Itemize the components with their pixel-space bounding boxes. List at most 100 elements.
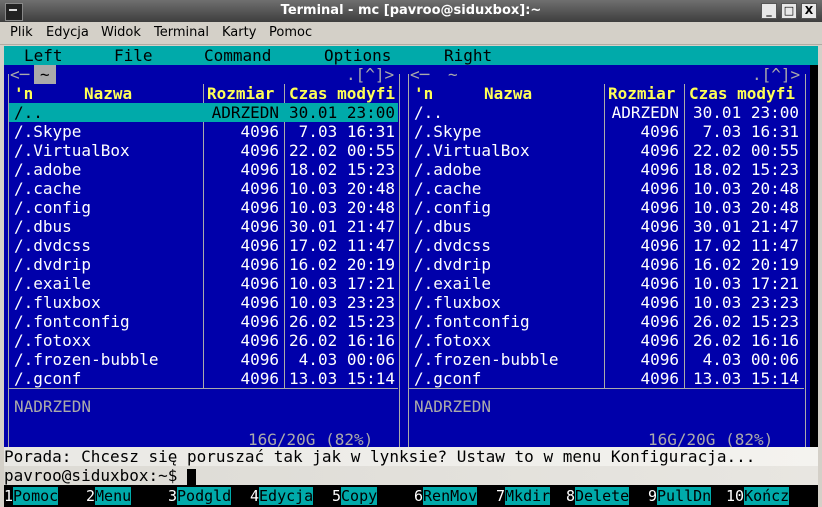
file-name: /.config <box>14 198 92 217</box>
file-name: /.VirtualBox <box>14 141 130 160</box>
menu-edycja[interactable]: Edycja <box>46 25 89 40</box>
table-row[interactable]: /.. ADRZEDN 30.01 23:00 <box>9 103 398 122</box>
left-header-size[interactable]: Rozmiar <box>207 84 274 103</box>
file-size: 4096 <box>640 122 679 141</box>
fkey-number: 2 <box>86 487 96 505</box>
fkey-6[interactable]: 6RenMov <box>414 485 478 507</box>
file-size: 4096 <box>240 369 279 388</box>
menu-plik[interactable]: Plik <box>10 25 33 40</box>
mc-menu-right[interactable]: Right <box>444 46 492 65</box>
fkey-2[interactable]: 2Menu <box>86 485 132 507</box>
mc-menu-command[interactable]: Command <box>204 46 271 65</box>
left-header-sort[interactable]: 'n <box>14 84 33 103</box>
file-size: 4096 <box>640 274 679 293</box>
table-row[interactable]: /.dvdcss 4096 17.02 11:47 <box>9 236 398 255</box>
menu-pomoc[interactable]: Pomoc <box>269 25 312 40</box>
mc-menu-options[interactable]: Options <box>324 46 391 65</box>
table-row[interactable]: /.dvdrip 4096 16.02 20:19 <box>9 255 398 274</box>
mc-menu-file[interactable]: File <box>114 46 153 65</box>
fkey-7[interactable]: 7Mkdir <box>496 485 551 507</box>
table-row[interactable]: /.dbus 4096 30.01 21:47 <box>409 217 804 236</box>
left-panel-path[interactable]: ~ <box>34 65 56 84</box>
file-size: 4096 <box>640 179 679 198</box>
table-row[interactable]: /.gconf 4096 13.03 15:14 <box>409 369 804 388</box>
right-panel-arrow: <─ <box>410 65 430 84</box>
menu-karty[interactable]: Karty <box>222 25 256 40</box>
left-status: NADRZEDN <box>14 397 92 416</box>
file-name: /.config <box>414 198 492 217</box>
right-panel-path[interactable]: ~ <box>444 65 462 84</box>
table-row[interactable]: /.VirtualBox 4096 22.02 00:55 <box>409 141 804 160</box>
table-row[interactable]: /.frozen-bubble 4096 4.03 00:06 <box>409 350 804 369</box>
left-panel-topright[interactable]: .[^]> <box>346 65 395 84</box>
left-header-time[interactable]: Czas modyfi <box>289 84 395 103</box>
file-name: /.fotoxx <box>14 331 92 350</box>
file-size: 4096 <box>640 141 679 160</box>
shell-prompt: pavroo@siduxbox:~$ <box>4 466 188 485</box>
table-row[interactable]: /.fontconfig 4096 26.02 15:23 <box>409 312 804 331</box>
right-header-size[interactable]: Rozmiar <box>608 84 675 103</box>
fkey-4[interactable]: 4Edycja <box>250 485 314 507</box>
fkey-number: 10 <box>726 487 745 505</box>
file-name: /.gconf <box>414 369 482 388</box>
right-header-name[interactable]: Nazwa <box>484 84 532 103</box>
file-size: 4096 <box>640 331 679 350</box>
right-panel-topright[interactable]: .[^]> <box>752 65 801 84</box>
maximize-button[interactable]: □ <box>781 3 797 19</box>
table-row[interactable]: /.frozen-bubble 4096 4.03 00:06 <box>9 350 398 369</box>
fkey-3[interactable]: 3Podgld <box>168 485 232 507</box>
table-row[interactable]: /.dvdcss 4096 17.02 11:47 <box>409 236 804 255</box>
fkey-number: 7 <box>496 487 506 505</box>
hint-line: Porada: Chcesz się poruszać tak jak w ly… <box>4 447 818 466</box>
right-header-time[interactable]: Czas modyfi <box>689 84 795 103</box>
mc-menu-left[interactable]: Left <box>24 46 63 65</box>
fkey-10[interactable]: 10Kończ <box>726 485 790 507</box>
menu-widok[interactable]: Widok <box>101 25 141 40</box>
table-row[interactable]: /.fluxbox 4096 10.03 23:23 <box>409 293 804 312</box>
file-size: 4096 <box>240 312 279 331</box>
fkey-label: Edycja <box>259 487 314 505</box>
file-time: 13.03 15:14 <box>693 369 799 388</box>
terminal-area[interactable]: Left File Command Options Right <─ ~ .[^… <box>4 46 818 507</box>
table-row[interactable]: /.Skype 4096 7.03 16:31 <box>9 122 398 141</box>
close-button[interactable]: X <box>801 3 817 19</box>
table-row[interactable]: /.fontconfig 4096 26.02 15:23 <box>9 312 398 331</box>
fkey-1[interactable]: 1Pomoc <box>4 485 59 507</box>
fkey-label: Copy <box>341 487 378 505</box>
fkey-8[interactable]: 8Delete <box>566 485 630 507</box>
table-row[interactable]: /.dvdrip 4096 16.02 20:19 <box>409 255 804 274</box>
table-row[interactable]: /.config 4096 10.03 20:48 <box>9 198 398 217</box>
left-mini-divider <box>9 388 398 389</box>
file-name: /.frozen-bubble <box>14 350 159 369</box>
file-name: /.exaile <box>14 274 92 293</box>
fkey-5[interactable]: 5Copy <box>332 485 378 507</box>
left-panel[interactable]: <─ ~ .[^]> 'n Nazwa Rozmiar Czas modyfi … <box>4 65 404 449</box>
fkey-9[interactable]: 9PullDn <box>648 485 712 507</box>
table-row[interactable]: /.fluxbox 4096 10.03 23:23 <box>9 293 398 312</box>
title-bar[interactable]: Terminal - mc [pavroo@siduxbox]:~ _ □ X <box>0 0 822 22</box>
table-row[interactable]: /.fotoxx 4096 26.02 16:16 <box>409 331 804 350</box>
right-panel[interactable]: <─ ~ .[^]> 'n Nazwa Rozmiar Czas modyfi … <box>404 65 810 449</box>
file-size: 4096 <box>240 274 279 293</box>
table-row[interactable]: /.. ADRZEDN 30.01 23:00 <box>409 103 804 122</box>
file-size: 4096 <box>640 255 679 274</box>
table-row[interactable]: /.dbus 4096 30.01 21:47 <box>9 217 398 236</box>
table-row[interactable]: /.exaile 4096 10.03 17:21 <box>9 274 398 293</box>
fkey-number: 6 <box>414 487 424 505</box>
left-header-name[interactable]: Nazwa <box>84 84 132 103</box>
minimize-button[interactable]: _ <box>761 3 777 19</box>
menu-terminal[interactable]: Terminal <box>154 25 209 40</box>
table-row[interactable]: /.fotoxx 4096 26.02 16:16 <box>9 331 398 350</box>
table-row[interactable]: /.VirtualBox 4096 22.02 00:55 <box>9 141 398 160</box>
table-row[interactable]: /.config 4096 10.03 20:48 <box>409 198 804 217</box>
table-row[interactable]: /.adobe 4096 18.02 15:23 <box>9 160 398 179</box>
table-row[interactable]: /.adobe 4096 18.02 15:23 <box>409 160 804 179</box>
right-header-sort[interactable]: 'n <box>414 84 433 103</box>
shell-prompt-line[interactable]: pavroo@siduxbox:~$ <box>4 466 818 485</box>
table-row[interactable]: /.cache 4096 10.03 20:48 <box>9 179 398 198</box>
file-time: 26.02 16:16 <box>693 331 799 350</box>
table-row[interactable]: /.gconf 4096 13.03 15:14 <box>9 369 398 388</box>
table-row[interactable]: /.cache 4096 10.03 20:48 <box>409 179 804 198</box>
table-row[interactable]: /.exaile 4096 10.03 17:21 <box>409 274 804 293</box>
table-row[interactable]: /.Skype 4096 7.03 16:31 <box>409 122 804 141</box>
